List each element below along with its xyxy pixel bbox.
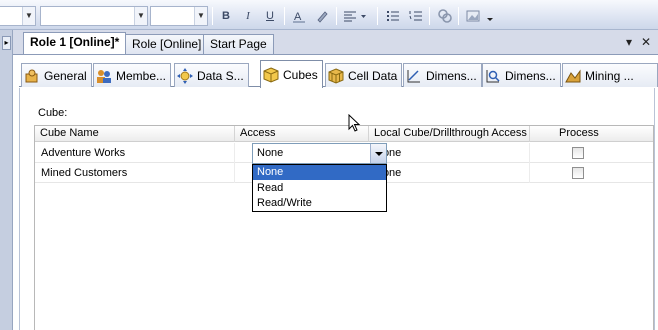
- font-size-combo[interactable]: ▼: [150, 6, 208, 26]
- cube-name-cell: Mined Customers: [35, 163, 235, 183]
- cube-permissions-grid: Cube Name Access Local Cube/Drillthrough…: [34, 125, 654, 330]
- numbering-icon[interactable]: [407, 8, 425, 24]
- grid-header: Cube Name Access Local Cube/Drillthrough…: [35, 126, 653, 142]
- column-header-local-cube-access[interactable]: Local Cube/Drillthrough Access: [369, 126, 530, 142]
- cubes-icon: [263, 66, 279, 83]
- tab-dimensions[interactable]: Dimens...: [403, 63, 482, 87]
- cell-data-icon: [328, 67, 344, 84]
- close-icon[interactable]: ✕: [639, 35, 653, 49]
- tab-label: Cell Data: [348, 68, 398, 83]
- tab-membership[interactable]: Membe...: [93, 63, 172, 87]
- tab-mining-structures[interactable]: Mining ...: [562, 63, 658, 87]
- formatting-toolbar: ▼ ▼ ▼ B I U A: [0, 0, 658, 30]
- cube-name-cell: Adventure Works: [35, 143, 235, 163]
- window-list-dropdown-icon[interactable]: ▾: [622, 35, 636, 49]
- access-combobox-value: None: [257, 147, 284, 159]
- designer-tab-strip: General Membe... Data S... Cubes Cell Da…: [19, 59, 658, 88]
- process-cell: [530, 143, 653, 163]
- highlight-icon[interactable]: [313, 8, 331, 24]
- style-combo[interactable]: ▼: [0, 6, 36, 26]
- tab-label: Dimens...: [505, 68, 556, 83]
- font-name-combo[interactable]: ▼: [40, 6, 148, 26]
- tab-data-sources[interactable]: Data S...: [174, 63, 249, 87]
- tab-cubes[interactable]: Cubes: [260, 60, 323, 88]
- document-tab-strip: Role 1 [Online]* Role [Online] Start Pag…: [13, 30, 658, 54]
- toolbar-separator: [336, 7, 337, 25]
- tab-general[interactable]: General: [21, 63, 92, 87]
- left-dock-strip: ▸: [0, 30, 13, 330]
- chevron-down-icon[interactable]: ▼: [134, 7, 147, 25]
- column-header-cube-name[interactable]: Cube Name: [35, 126, 235, 142]
- access-option-read-write[interactable]: Read/Write: [253, 196, 386, 211]
- role-designer-panel: General Membe... Data S... Cubes Cell Da…: [13, 54, 658, 330]
- access-option-read[interactable]: Read: [253, 181, 386, 196]
- dock-tab-icon[interactable]: ▸: [2, 36, 11, 50]
- doc-tab-role[interactable]: Role [Online]: [125, 34, 209, 54]
- data-sources-icon: [177, 67, 193, 84]
- toolbar-separator: [377, 7, 378, 25]
- bullets-icon[interactable]: [384, 8, 402, 24]
- tab-label: Dimens...: [426, 68, 477, 83]
- toolbar-overflow-icon[interactable]: [484, 8, 496, 24]
- tab-dimension-data[interactable]: Dimens...: [482, 63, 561, 87]
- local-access-cell[interactable]: None: [369, 163, 530, 183]
- general-icon: [24, 68, 40, 84]
- doc-tab-start-page[interactable]: Start Page: [203, 34, 274, 54]
- toolbar-separator: [284, 7, 285, 25]
- tab-label: Mining ...: [585, 68, 634, 83]
- italic-button[interactable]: I: [239, 8, 257, 24]
- font-color-icon[interactable]: A: [290, 8, 308, 24]
- dimensions-icon: [406, 68, 422, 84]
- bold-button[interactable]: B: [217, 8, 235, 24]
- image-icon[interactable]: [464, 8, 482, 24]
- access-dropdown-list: None Read Read/Write: [252, 164, 387, 212]
- toolbar-separator: [429, 7, 430, 25]
- mouse-pointer-icon: [348, 114, 361, 132]
- tab-label: Membe...: [116, 68, 167, 83]
- process-checkbox[interactable]: [572, 167, 584, 179]
- chevron-down-icon[interactable]: ▼: [22, 7, 35, 25]
- doc-tab-role-1[interactable]: Role 1 [Online]*: [23, 32, 127, 54]
- tab-label: General: [44, 68, 87, 83]
- process-cell: [530, 163, 653, 183]
- dimension-data-icon: [485, 68, 501, 84]
- cube-section-label: Cube:: [38, 107, 68, 119]
- toolbar-separator: [458, 7, 459, 25]
- cubes-tab-content: Cube: Cube Name Access Local Cube/Drillt…: [19, 88, 655, 330]
- membership-icon: [96, 68, 112, 84]
- underline-button[interactable]: U: [261, 8, 279, 24]
- local-access-cell[interactable]: None: [369, 143, 530, 163]
- chevron-down-icon[interactable]: [370, 144, 386, 163]
- tab-label: Cubes: [283, 67, 318, 82]
- access-option-none[interactable]: None: [253, 165, 386, 180]
- link-icon[interactable]: [436, 8, 454, 24]
- column-header-process[interactable]: Process: [530, 126, 653, 142]
- tab-label: Data S...: [197, 68, 244, 83]
- chevron-down-icon[interactable]: ▼: [194, 7, 207, 25]
- mining-structures-icon: [565, 68, 581, 84]
- tab-cell-data[interactable]: Cell Data: [325, 63, 403, 87]
- align-icon[interactable]: [342, 8, 368, 24]
- access-combobox[interactable]: None: [252, 143, 387, 164]
- toolbar-separator: [212, 7, 213, 25]
- process-checkbox[interactable]: [572, 147, 584, 159]
